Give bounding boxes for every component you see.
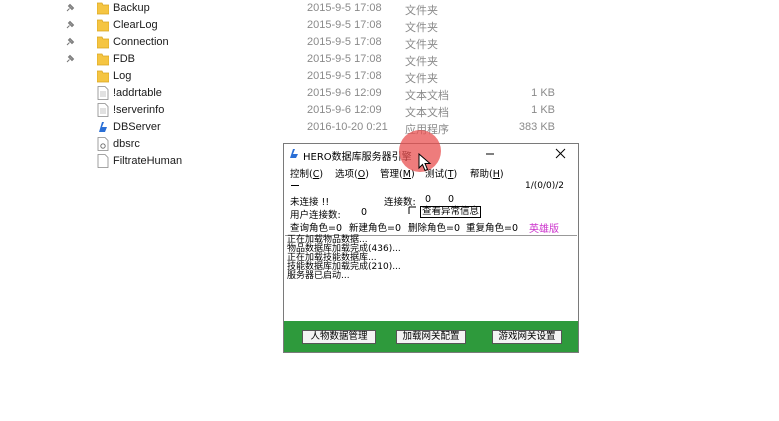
file-name: FiltrateHuman xyxy=(113,155,183,167)
file-name: Connection xyxy=(113,36,169,48)
menu-help[interactable]: 帮助(H) xyxy=(470,166,504,180)
bottom-button-bar: 人物数据管理 加载网关配置 游戏网关设置 xyxy=(284,321,578,352)
folder-icon xyxy=(96,18,110,32)
file-date: 2015-9-5 17:08 xyxy=(307,2,382,14)
game-gateway-button[interactable]: 游戏网关设置 xyxy=(492,330,562,344)
text-file-icon xyxy=(97,103,109,117)
file-name: FDB xyxy=(113,53,135,65)
new-roles: 新建角色=0 xyxy=(349,223,402,234)
text-file-icon xyxy=(97,86,109,100)
connections-value-a: 0 xyxy=(425,194,432,205)
log-line: 服务器已启动... xyxy=(287,271,350,281)
character-data-button[interactable]: 人物数据管理 xyxy=(302,330,376,344)
pin-icon xyxy=(65,20,75,30)
file-type: 文件夹 xyxy=(405,39,438,51)
file-row[interactable]: !addrtable 2015-9-6 12:09 文本文档 1 KB xyxy=(0,85,600,102)
file-row[interactable]: Connection 2015-9-5 17:08 文件夹 xyxy=(0,34,600,51)
file-date: 2015-9-5 17:08 xyxy=(307,19,382,31)
menu-options[interactable]: 选项(O) xyxy=(335,166,369,180)
query-roles: 查询角色=0 xyxy=(290,223,343,234)
file-date: 2015-9-6 12:09 xyxy=(307,87,382,99)
file-size: 1 KB xyxy=(531,87,555,99)
file-type: 文件夹 xyxy=(405,5,438,17)
counter-readout: 1/(0/0)/2 xyxy=(524,181,564,191)
pin-icon xyxy=(65,3,75,13)
file-name: DBServer xyxy=(113,121,161,133)
separator xyxy=(291,185,299,186)
file-name: !serverinfo xyxy=(113,104,165,116)
file-name: Log xyxy=(113,70,132,82)
duplicate-roles: 重复角色=0 xyxy=(466,223,519,234)
file-date: 2015-9-5 17:08 xyxy=(307,53,382,65)
user-connections-label: 用户连接数: xyxy=(290,210,341,221)
view-errors-checkbox[interactable] xyxy=(408,206,417,215)
file-row[interactable]: ClearLog 2015-9-5 17:08 文件夹 xyxy=(0,17,600,34)
user-connections-value: 0 xyxy=(361,207,368,218)
file-size: 1 KB xyxy=(531,104,555,116)
file-row[interactable]: !serverinfo 2015-9-6 12:09 文本文档 1 KB xyxy=(0,102,600,119)
file-type: 文件夹 xyxy=(405,56,438,68)
file-type: 文件夹 xyxy=(405,22,438,34)
file-row[interactable]: FDB 2015-9-5 17:08 文件夹 xyxy=(0,51,600,68)
file-name: ClearLog xyxy=(113,19,158,31)
file-name: !addrtable xyxy=(113,87,162,99)
folder-icon xyxy=(96,52,110,66)
minimize-icon xyxy=(486,153,494,155)
file-date: 2016-10-20 0:21 xyxy=(307,121,388,133)
hero-db-server-window: HERO数据库服务器引擎 控制(C) 选项(O) 管理(M) 测试(T) 帮助(… xyxy=(283,143,579,353)
file-icon xyxy=(97,154,109,168)
file-name: Backup xyxy=(113,2,150,14)
window-title: HERO数据库服务器引擎 xyxy=(303,152,412,163)
file-date: 2015-9-6 12:09 xyxy=(307,104,382,116)
pin-icon xyxy=(65,37,75,47)
file-row[interactable]: DBServer 2016-10-20 0:21 应用程序 383 KB xyxy=(0,119,600,136)
file-size: 383 KB xyxy=(518,121,555,133)
connections-value-b: 0 xyxy=(448,194,455,205)
file-type: 文件夹 xyxy=(405,73,438,85)
load-gateway-button[interactable]: 加载网关配置 xyxy=(396,330,466,344)
file-row[interactable]: Log 2015-9-5 17:08 文件夹 xyxy=(0,68,600,85)
connection-status: 未连接 !! xyxy=(290,197,330,208)
file-date: 2015-9-5 17:08 xyxy=(307,36,382,48)
mouse-cursor-icon xyxy=(418,153,432,172)
app-icon xyxy=(290,149,298,158)
folder-icon xyxy=(96,1,110,15)
file-date: 2015-9-5 17:08 xyxy=(307,70,382,82)
pin-icon xyxy=(65,54,75,64)
file-row[interactable]: Backup 2015-9-5 17:08 文件夹 xyxy=(0,0,600,17)
close-icon xyxy=(555,148,566,159)
folder-icon xyxy=(96,69,110,83)
file-type: 文本文档 xyxy=(405,107,449,119)
app-icon xyxy=(97,120,109,134)
delete-roles: 删除角色=0 xyxy=(408,223,461,234)
menu-control[interactable]: 控制(C) xyxy=(290,166,323,180)
file-type: 文本文档 xyxy=(405,90,449,102)
edition-label: 英雄版 xyxy=(529,224,559,235)
settings-file-icon xyxy=(97,137,109,151)
file-name: dbsrc xyxy=(113,138,140,150)
log-output[interactable]: 正在加载物品数据... 物品数据库加载完成(436)... 正在加载技能数据库.… xyxy=(285,235,577,321)
close-button[interactable] xyxy=(547,146,573,162)
view-errors-label[interactable]: 查看异常信息 xyxy=(420,206,482,218)
minimize-button[interactable] xyxy=(477,146,503,162)
folder-icon xyxy=(96,35,110,49)
